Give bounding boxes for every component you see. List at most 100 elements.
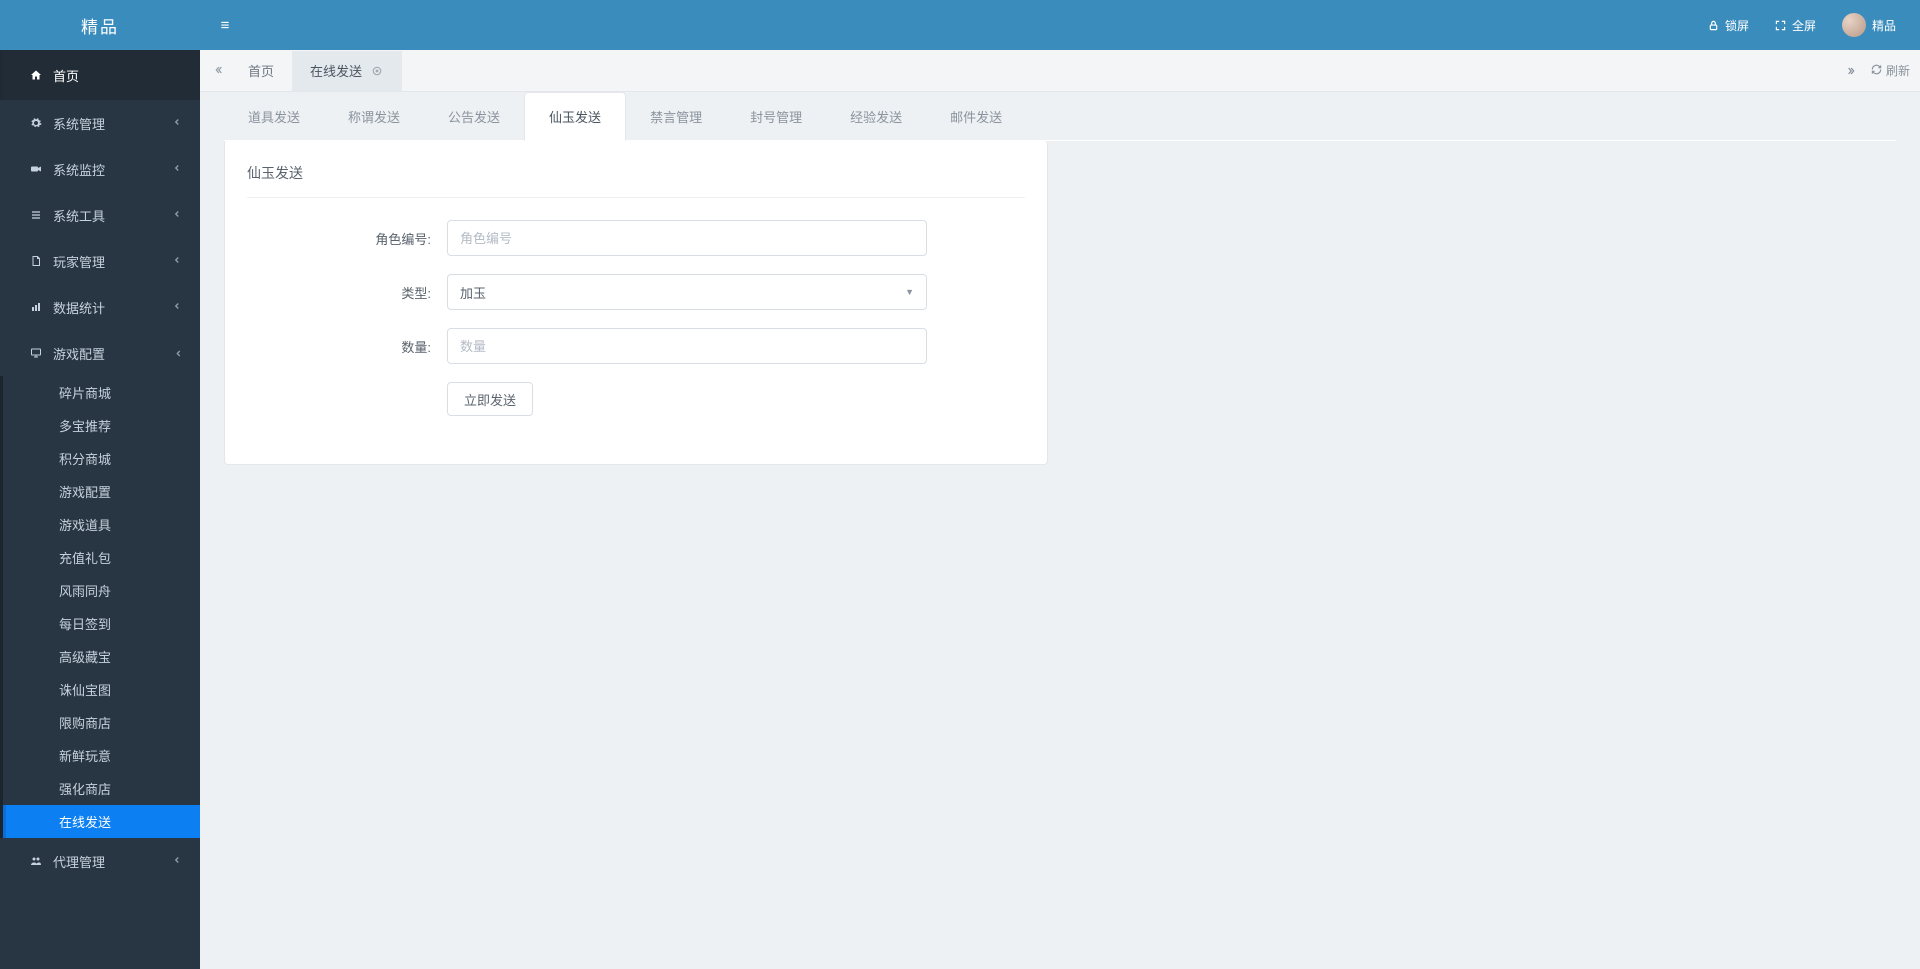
sidebar-toggle[interactable]: ≡ <box>200 0 250 50</box>
fullscreen-icon <box>1775 20 1786 31</box>
users-icon <box>27 855 45 867</box>
row-qty: 数量: <box>247 328 1025 364</box>
feature-tab-0[interactable]: 道具发送 <box>224 93 324 140</box>
sidebar-sub-0[interactable]: 碎片商城 <box>3 376 200 409</box>
file-icon <box>27 255 45 267</box>
sidebar-agent-label: 代理管理 <box>53 852 105 871</box>
feature-tabs: 道具发送称谓发送公告发送仙玉发送禁言管理封号管理经验发送邮件发送 <box>224 92 1896 141</box>
sidebar-home[interactable]: 首页 <box>0 50 200 100</box>
sidebar-sub-10[interactable]: 限购商店 <box>3 706 200 739</box>
sidebar: 首页 系统管理系统监控系统工具玩家管理数据统计 游戏配置 碎片商城多宝推荐积分商… <box>0 50 200 969</box>
page-tab-0[interactable]: 首页 <box>230 51 292 91</box>
qty-label: 数量: <box>247 337 447 356</box>
chevron-left-icon <box>172 163 182 176</box>
chevron-left-icon <box>172 255 182 268</box>
sidebar-sub-13[interactable]: 在线发送 <box>3 805 200 838</box>
chevron-left-icon <box>172 301 182 314</box>
sidebar-sub-5[interactable]: 充值礼包 <box>3 541 200 574</box>
main: 首页在线发送 刷新 道具发送称谓发送公告发送仙玉发送禁言管理封号管理经验发送邮件… <box>200 50 1920 969</box>
sidebar-group-3[interactable]: 玩家管理 <box>0 238 200 284</box>
tabstrip: 首页 在线发送 刷新 <box>200 50 1920 92</box>
sidebar-group-label: 系统管理 <box>53 114 105 133</box>
tabs-scroll-right[interactable] <box>1847 66 1857 76</box>
chevron-left-icon <box>172 855 182 868</box>
hamburger-icon: ≡ <box>221 17 230 34</box>
sidebar-sub-3[interactable]: 游戏配置 <box>3 475 200 508</box>
panel-title: 仙玉发送 <box>247 163 1025 198</box>
topbar: 精品 ≡ 锁屏 全屏 精品 <box>0 0 1920 50</box>
chart-icon <box>27 301 45 313</box>
qty-input[interactable] <box>447 328 927 364</box>
feature-tab-4[interactable]: 禁言管理 <box>626 93 726 140</box>
page-tab-1[interactable]: 在线发送 <box>292 51 402 91</box>
sidebar-sub-1[interactable]: 多宝推荐 <box>3 409 200 442</box>
gear-icon <box>27 117 45 129</box>
type-selected: 加玉 <box>460 283 486 302</box>
feature-tab-5[interactable]: 封号管理 <box>726 93 826 140</box>
avatar <box>1842 13 1866 37</box>
sidebar-sub-12[interactable]: 强化商店 <box>3 772 200 805</box>
refresh-label: 刷新 <box>1886 62 1910 79</box>
refresh-button[interactable]: 刷新 <box>1871 62 1910 79</box>
row-submit: 立即发送 <box>247 382 1025 416</box>
monitor-icon <box>27 347 45 359</box>
fullscreen-label: 全屏 <box>1792 17 1816 34</box>
refresh-icon <box>1871 64 1882 78</box>
sidebar-group-0[interactable]: 系统管理 <box>0 100 200 146</box>
row-role: 角色编号: <box>247 220 1025 256</box>
tabstrip-actions: 刷新 <box>1847 62 1910 79</box>
user-menu[interactable]: 精品 <box>1830 0 1908 50</box>
sidebar-home-label: 首页 <box>53 66 79 85</box>
sidebar-group-2[interactable]: 系统工具 <box>0 192 200 238</box>
feature-tab-3[interactable]: 仙玉发送 <box>524 92 626 141</box>
sidebar-sub-4[interactable]: 游戏道具 <box>3 508 200 541</box>
sidebar-sub-11[interactable]: 新鲜玩意 <box>3 739 200 772</box>
sidebar-group-label: 玩家管理 <box>53 252 105 271</box>
sidebar-group-1[interactable]: 系统监控 <box>0 146 200 192</box>
type-select[interactable]: 加玉 ▼ <box>447 274 927 310</box>
topbar-left: 精品 ≡ <box>0 0 250 50</box>
sidebar-game-subitems: 碎片商城多宝推荐积分商城游戏配置游戏道具充值礼包风雨同舟每日签到高级藏宝诛仙宝图… <box>0 376 200 838</box>
sidebar-game-label: 游戏配置 <box>53 344 105 363</box>
sidebar-game-config[interactable]: 游戏配置 <box>0 330 200 376</box>
fullscreen-button[interactable]: 全屏 <box>1763 0 1828 50</box>
page-tab-label: 首页 <box>248 61 274 80</box>
feature-tab-2[interactable]: 公告发送 <box>424 93 524 140</box>
sidebar-sub-9[interactable]: 诛仙宝图 <box>3 673 200 706</box>
row-type: 类型: 加玉 ▼ <box>247 274 1025 310</box>
page-tab-label: 在线发送 <box>310 61 362 80</box>
lock-icon <box>1708 20 1719 31</box>
sidebar-group-label: 系统工具 <box>53 206 105 225</box>
brand-logo[interactable]: 精品 <box>0 0 200 50</box>
role-input[interactable] <box>447 220 927 256</box>
sidebar-group-label: 系统监控 <box>53 160 105 179</box>
sidebar-group-label: 数据统计 <box>53 298 105 317</box>
sidebar-sub-2[interactable]: 积分商城 <box>3 442 200 475</box>
sidebar-agent[interactable]: 代理管理 <box>0 838 200 884</box>
list-icon <box>27 209 45 221</box>
type-label: 类型: <box>247 283 447 302</box>
chevron-down-icon <box>171 348 184 358</box>
lock-label: 锁屏 <box>1725 17 1749 34</box>
camera-icon <box>27 163 45 175</box>
submit-button[interactable]: 立即发送 <box>447 382 533 416</box>
feature-tab-6[interactable]: 经验发送 <box>826 93 926 140</box>
feature-tab-7[interactable]: 邮件发送 <box>926 93 1026 140</box>
user-name: 精品 <box>1872 17 1896 34</box>
feature-tab-1[interactable]: 称谓发送 <box>324 93 424 140</box>
sidebar-sub-6[interactable]: 风雨同舟 <box>3 574 200 607</box>
lock-button[interactable]: 锁屏 <box>1696 0 1761 50</box>
home-icon <box>27 69 45 81</box>
form-panel: 仙玉发送 角色编号: 类型: 加玉 ▼ 数量: <box>224 141 1048 465</box>
sidebar-group-4[interactable]: 数据统计 <box>0 284 200 330</box>
sidebar-sub-8[interactable]: 高级藏宝 <box>3 640 200 673</box>
content: 道具发送称谓发送公告发送仙玉发送禁言管理封号管理经验发送邮件发送 仙玉发送 角色… <box>200 92 1920 969</box>
sidebar-sub-7[interactable]: 每日签到 <box>3 607 200 640</box>
role-label: 角色编号: <box>247 229 447 248</box>
chevron-left-icon <box>172 209 182 222</box>
caret-down-icon: ▼ <box>905 287 914 297</box>
chevron-left-icon <box>172 117 182 130</box>
close-icon[interactable] <box>370 64 384 78</box>
tabs-scroll-left[interactable] <box>206 64 230 78</box>
topbar-right: 锁屏 全屏 精品 <box>1696 0 1920 50</box>
